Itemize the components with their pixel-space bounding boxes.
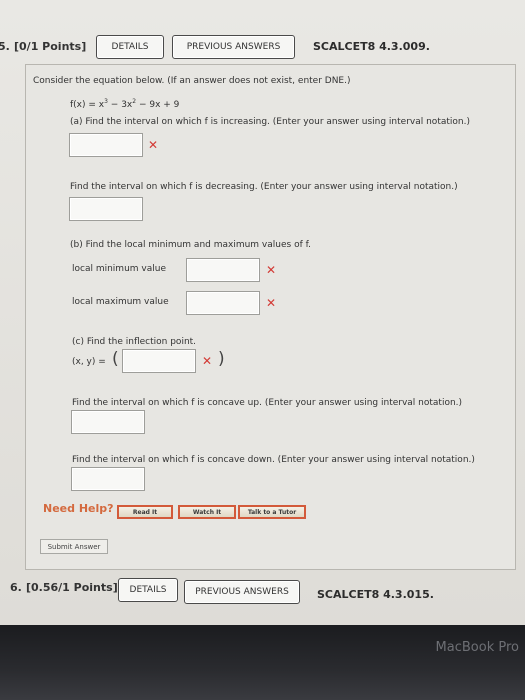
question-6-header: 6. [0.56/1 Points] DETAILS PREVIOUS ANSW…	[0, 575, 525, 611]
concave-down-input[interactable]	[71, 467, 145, 491]
local-min-input[interactable]	[186, 258, 260, 282]
device-label: MacBook Pro	[435, 640, 519, 655]
problem-intro: Consider the equation below. (If an answ…	[33, 76, 351, 86]
open-paren: (	[112, 349, 119, 369]
decreasing-prompt: Find the interval on which f is decreasi…	[70, 182, 458, 192]
equation: f(x) = x3 − 3x2 − 9x + 9	[70, 98, 180, 110]
need-help-label: Need Help?	[43, 502, 114, 515]
incorrect-icon: ✕	[266, 263, 277, 277]
incorrect-icon: ✕	[266, 296, 277, 310]
question-points: [0.56/1 Points]	[26, 581, 118, 594]
part-c-prompt: (c) Find the inflection point.	[72, 337, 197, 347]
incorrect-icon: ✕	[202, 354, 213, 368]
details-button[interactable]: DETAILS	[118, 578, 178, 602]
question-number: 5.	[0, 40, 10, 53]
watch-it-button[interactable]: Watch It	[178, 505, 236, 519]
part-b-prompt: (b) Find the local minimum and maximum v…	[70, 240, 311, 250]
talk-to-tutor-button[interactable]: Talk to a Tutor	[238, 505, 306, 519]
question-points: [0/1 Points]	[14, 40, 87, 53]
concave-down-prompt: Find the interval on which f is concave …	[72, 455, 475, 465]
local-max-label: local maximum value	[72, 297, 169, 307]
incorrect-icon: ✕	[148, 138, 159, 152]
details-button[interactable]: DETAILS	[96, 35, 164, 59]
part-a-prompt: (a) Find the interval on which f is incr…	[70, 117, 470, 127]
read-it-button[interactable]: Read It	[117, 505, 173, 519]
previous-answers-button[interactable]: PREVIOUS ANSWERS	[184, 580, 300, 604]
decreasing-interval-input[interactable]	[69, 197, 143, 221]
close-paren: )	[218, 349, 225, 369]
question-code: SCALCET8 4.3.009.	[313, 40, 430, 53]
submit-answer-button[interactable]: Submit Answer	[40, 539, 108, 554]
local-min-label: local minimum value	[72, 264, 166, 274]
increasing-interval-input[interactable]	[69, 133, 143, 157]
concave-up-input[interactable]	[71, 410, 145, 434]
question-number: 6.	[10, 581, 22, 594]
question-5-header: 5. [0/1 Points] DETAILS PREVIOUS ANSWERS…	[0, 32, 525, 68]
webassign-page: 5. [0/1 Points] DETAILS PREVIOUS ANSWERS…	[0, 0, 525, 630]
xy-label: (x, y) =	[72, 357, 106, 367]
previous-answers-button[interactable]: PREVIOUS ANSWERS	[172, 35, 295, 59]
laptop-bezel	[0, 625, 525, 700]
local-max-input[interactable]	[186, 291, 260, 315]
inflection-point-input[interactable]	[122, 349, 196, 373]
question-code: SCALCET8 4.3.015.	[317, 588, 434, 601]
concave-up-prompt: Find the interval on which f is concave …	[72, 398, 463, 408]
